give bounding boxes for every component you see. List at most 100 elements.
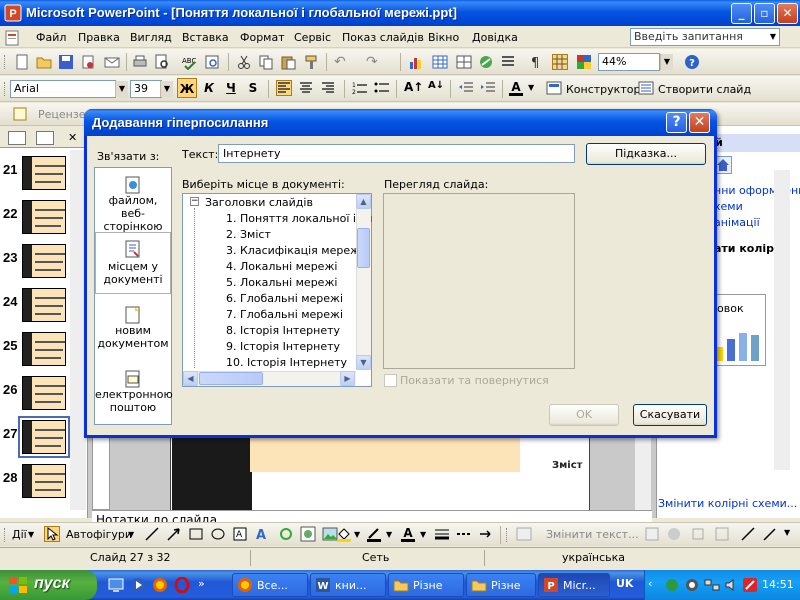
increase-indent-icon[interactable] xyxy=(480,80,496,96)
change-text-button[interactable]: Змінити текст... xyxy=(546,528,639,541)
slide-thumbnail-22[interactable] xyxy=(22,200,66,234)
font-color-dropdown-icon[interactable]: ▼ xyxy=(528,83,534,92)
color-grayscale-icon[interactable] xyxy=(576,54,592,70)
powerpoint-icon[interactable]: P xyxy=(4,4,22,22)
scroll-down-icon[interactable]: ▼ xyxy=(356,355,371,370)
draw-font-color-dropdown-icon[interactable]: ▼ xyxy=(420,530,426,539)
line-icon[interactable] xyxy=(144,526,160,542)
document-icon[interactable] xyxy=(4,30,20,46)
tree-item[interactable]: 10. Історія Інтернету xyxy=(226,356,347,369)
cancel-button[interactable]: Скасувати xyxy=(633,404,707,426)
insert-hyperlink-icon[interactable] xyxy=(478,54,494,70)
wordart-icon[interactable]: A xyxy=(254,526,270,542)
change-text-icon[interactable] xyxy=(516,526,532,542)
tables-borders-icon[interactable] xyxy=(456,54,472,70)
language-indicator[interactable]: UK xyxy=(616,577,633,590)
link-to-existing-file[interactable]: файлом, веб-сторінкою xyxy=(95,194,171,233)
rectangle-icon[interactable] xyxy=(188,526,204,542)
font-size-dropdown-icon[interactable]: ▼ xyxy=(160,81,173,97)
collapse-icon[interactable]: − xyxy=(190,197,199,206)
menu-slideshow[interactable]: Показ слайдів xyxy=(342,31,424,44)
tray-icon-1[interactable] xyxy=(664,577,680,593)
tree-item[interactable]: 7. Глобальні мережі xyxy=(226,308,343,321)
cut-icon[interactable] xyxy=(236,54,252,70)
open-icon[interactable] xyxy=(36,54,52,70)
change-color-schemes-link[interactable]: Змінити колірні схеми... xyxy=(658,497,797,510)
align-center-icon[interactable] xyxy=(298,80,314,96)
tray-expand-icon[interactable]: ‹ xyxy=(648,577,664,593)
slide-thumbnail-28[interactable] xyxy=(22,464,66,498)
restore-button[interactable]: ▫ xyxy=(754,3,775,24)
numbering-icon[interactable]: 12 xyxy=(352,80,368,96)
print-icon[interactable] xyxy=(132,54,148,70)
volume-icon[interactable] xyxy=(724,577,740,593)
shadow-button[interactable]: S xyxy=(243,78,263,98)
firefox-icon[interactable] xyxy=(152,577,168,593)
scroll-left-icon[interactable]: ◀ xyxy=(183,371,198,386)
scroll-thumb[interactable] xyxy=(357,228,370,268)
menu-edit[interactable]: Правка xyxy=(78,31,120,44)
menu-help[interactable]: Довідка xyxy=(472,31,518,44)
insert-table-icon[interactable] xyxy=(432,54,448,70)
help-icon[interactable]: ? xyxy=(684,54,700,70)
tree-item[interactable]: 2. Зміст xyxy=(226,228,271,241)
diagram-line-icon[interactable] xyxy=(740,526,756,542)
actions-dropdown-icon[interactable]: ▼ xyxy=(28,530,34,539)
toolbar-grip[interactable] xyxy=(4,55,7,69)
autoshapes-menu[interactable]: Автофігури xyxy=(66,528,132,541)
underline-button[interactable]: Ч xyxy=(221,78,241,98)
slide-thumbnail-24[interactable] xyxy=(22,288,66,322)
menu-tools[interactable]: Сервіс xyxy=(294,31,331,44)
scroll-up-icon[interactable]: ▲ xyxy=(356,194,371,209)
autoshapes-dropdown-icon[interactable]: ▼ xyxy=(128,530,134,539)
ok-button[interactable]: OK xyxy=(549,404,619,426)
tree-item[interactable]: 9. Історія Інтернету xyxy=(226,340,340,353)
font-dropdown-icon[interactable]: ▼ xyxy=(115,81,128,97)
font-size-select[interactable]: 39 xyxy=(130,80,162,98)
show-formatting-icon[interactable]: ¶ xyxy=(528,54,544,70)
slides-tab-icon[interactable] xyxy=(36,131,54,145)
slide-thumbnail-27[interactable] xyxy=(22,420,66,454)
tree-item[interactable]: 1. Поняття локальної і гл xyxy=(226,212,372,225)
diagram-style-icon[interactable] xyxy=(666,526,682,542)
media-player-icon[interactable] xyxy=(130,577,146,593)
toolbar-options-icon[interactable]: ▼ xyxy=(784,528,790,537)
email-icon[interactable] xyxy=(104,54,120,70)
outline-tab-icon[interactable] xyxy=(8,131,26,145)
close-button[interactable]: ✕ xyxy=(777,3,798,24)
scroll-right-icon[interactable]: ▶ xyxy=(340,371,355,386)
draw-font-color-icon[interactable]: A xyxy=(400,526,416,542)
tree-item[interactable]: 8. Історія Інтернету xyxy=(226,324,340,337)
task-link-animation[interactable]: анімації xyxy=(714,216,760,229)
minimize-button[interactable]: _ xyxy=(731,3,752,24)
permission-icon[interactable] xyxy=(80,54,96,70)
redo-icon[interactable]: ↷ xyxy=(366,54,382,70)
designer-button[interactable]: Конструктор xyxy=(566,83,640,96)
menu-view[interactable]: Вигляд xyxy=(130,31,172,44)
clipart-icon[interactable] xyxy=(300,526,316,542)
task-pane-scrollbar[interactable] xyxy=(774,170,790,470)
slide-thumbnail-26[interactable] xyxy=(22,376,66,410)
scroll-thumb-horizontal[interactable] xyxy=(199,372,263,385)
research-icon[interactable] xyxy=(204,54,220,70)
draw-actions-menu[interactable]: Дії xyxy=(12,528,27,541)
expand-all-icon[interactable] xyxy=(500,54,516,70)
show-grid-icon[interactable] xyxy=(552,54,568,70)
text-to-display-input[interactable]: Інтернету xyxy=(218,144,575,163)
decrease-indent-icon[interactable] xyxy=(458,80,474,96)
tree-item[interactable]: 6. Глобальні мережі xyxy=(226,292,343,305)
undo-icon[interactable]: ↶ xyxy=(334,54,350,70)
link-to-email[interactable]: електронною поштою xyxy=(95,388,173,416)
dash-style-icon[interactable] xyxy=(456,526,472,542)
italic-button[interactable]: К xyxy=(199,78,219,98)
toolbar-grip[interactable] xyxy=(4,82,7,96)
dialog-help-button[interactable]: ? xyxy=(666,112,687,133)
diagram-layout-icon[interactable] xyxy=(644,526,660,542)
close-pane-icon[interactable]: ✕ xyxy=(68,131,77,144)
new-slide-icon[interactable] xyxy=(638,80,654,96)
tree-item[interactable]: 3. Класифікація мереж xyxy=(226,244,360,257)
select-objects-icon[interactable] xyxy=(44,526,60,542)
menu-insert[interactable]: Вставка xyxy=(182,31,229,44)
paste-icon[interactable] xyxy=(280,54,296,70)
ask-question-input[interactable]: Введіть запитання xyxy=(630,28,780,46)
